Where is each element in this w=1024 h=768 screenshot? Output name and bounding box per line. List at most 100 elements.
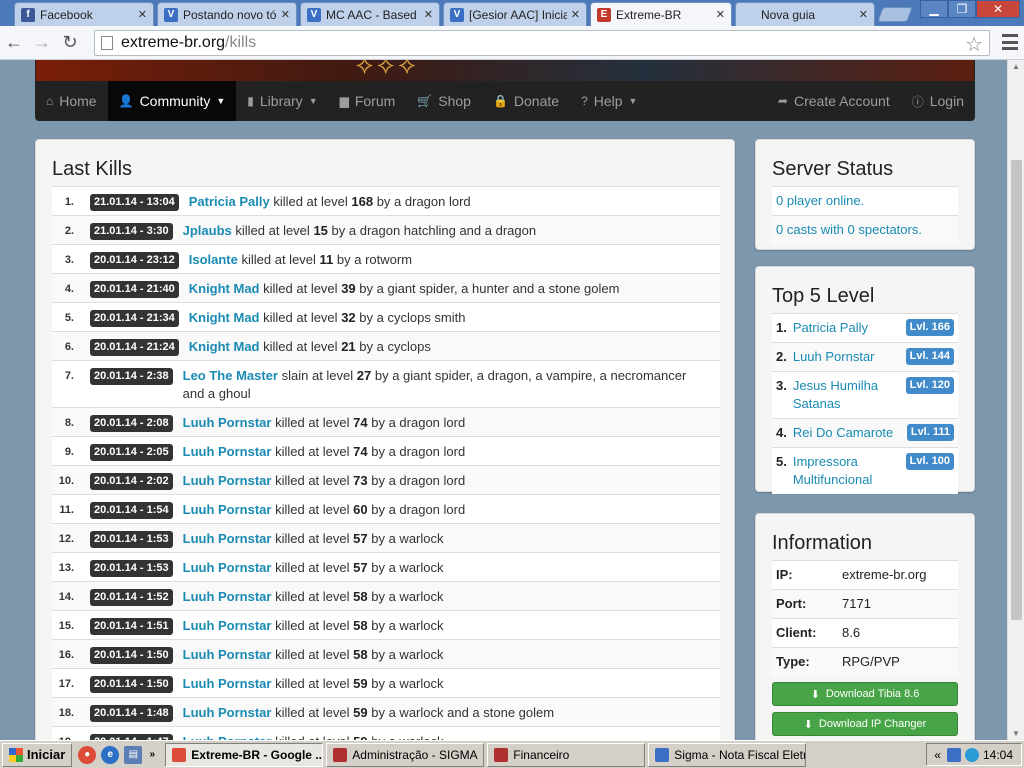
nav-item-book[interactable]: ▮ Library ▼ [236, 81, 328, 121]
taskbar-button-label: Extreme-BR - Google ... [191, 747, 324, 762]
scroll-up-icon[interactable]: ▲ [1012, 62, 1020, 71]
taskbar-button-label: Sigma - Nota Fiscal Eletr... [674, 747, 807, 762]
kill-description: Patricia Pally killed at level 168 by a … [189, 193, 720, 211]
browser-tab[interactable]: V Postando novo tóp ✕ [157, 2, 297, 26]
kill-number: 17. [58, 678, 74, 690]
player-link[interactable]: Knight Mad [189, 281, 260, 296]
nav-item-question[interactable]: ? Help ▼ [570, 81, 648, 121]
kill-level: 21 [341, 339, 356, 354]
kill-number: 16. [58, 649, 74, 661]
player-link[interactable]: Luuh Pornstar [183, 415, 272, 430]
players-online-link[interactable]: 0 player online. [772, 186, 958, 215]
page-scrollbar[interactable]: ▲ ▼ [1007, 60, 1024, 740]
kill-date-badge: 20.01.14 - 1:53 [90, 531, 173, 548]
kill-level: 58 [353, 647, 368, 662]
player-link[interactable]: Luuh Pornstar [183, 647, 272, 662]
browser-menu-icon[interactable] [1002, 34, 1018, 50]
player-link[interactable]: Jplaubs [183, 223, 232, 238]
player-link[interactable]: Luuh Pornstar [183, 444, 272, 459]
chrome-icon[interactable]: ● [78, 745, 97, 764]
tab-close-icon[interactable]: ✕ [571, 8, 580, 21]
scroll-down-icon[interactable]: ▼ [1012, 729, 1020, 738]
minimize-icon[interactable]: ▁ [920, 0, 948, 18]
player-link[interactable]: Isolante [189, 252, 238, 267]
taskbar-button[interactable]: Extreme-BR - Google ... [165, 742, 324, 767]
kill-verb: killed at level [263, 281, 338, 296]
reload-icon[interactable]: ↻ [56, 29, 84, 57]
top5-rank: 4. [776, 425, 787, 440]
ie-tray-icon[interactable] [964, 747, 979, 762]
tab-close-icon[interactable]: ✕ [138, 8, 147, 21]
nav-item-lock[interactable]: 🔒 Donate [482, 81, 570, 121]
player-link[interactable]: Patricia Pally [189, 194, 270, 209]
player-link[interactable]: Knight Mad [189, 339, 260, 354]
tab-close-icon[interactable]: ✕ [281, 8, 290, 21]
info-value: RPG/PVP [842, 654, 900, 669]
browser-tab[interactable]: V MC AAC - Based in ✕ [300, 2, 440, 26]
top5-player-link[interactable]: Impressora Multifuncional [793, 453, 902, 489]
taskbar-button[interactable]: Administração - SIGMA [326, 742, 485, 767]
nav-item-user[interactable]: 👤 Community ▼ [107, 81, 237, 121]
info-key: Port: [776, 596, 807, 611]
player-link[interactable]: Luuh Pornstar [183, 473, 272, 488]
start-button[interactable]: Iniciar [2, 742, 73, 767]
tab-close-icon[interactable]: ✕ [424, 8, 433, 21]
back-icon[interactable]: ← [0, 29, 28, 57]
page-viewport: ⟡⟡⟡ ⌂ Home 👤 Community ▼ ▮ Library ▼ ▆ Forum 🛒 Shop… [0, 60, 1024, 740]
top5-player-link[interactable]: Luuh Pornstar [793, 348, 902, 366]
maximize-icon[interactable]: ❐ [948, 0, 976, 18]
network-icon[interactable] [946, 747, 961, 762]
nav-item-share[interactable]: ➦ Create Account [767, 81, 901, 121]
kill-number: 19. [52, 733, 90, 740]
player-link[interactable]: Leo The Master [183, 368, 278, 383]
download-ip-changer-button[interactable]: ⬇ Download IP Changer [772, 712, 958, 736]
player-link[interactable]: Luuh Pornstar [183, 705, 272, 720]
bookmark-star-icon[interactable]: ☆ [965, 32, 983, 57]
browser-tab[interactable]: V [Gesior AAC] Inicia ✕ [443, 2, 587, 26]
kill-number: 10. [58, 475, 74, 487]
forward-icon[interactable]: → [28, 29, 56, 57]
tab-close-icon[interactable]: ✕ [859, 8, 868, 21]
kill-verb: killed at level [275, 589, 350, 604]
top5-row: 3. Jesus Humilha Satanas Lvl. 120 [772, 371, 958, 418]
browser-tab[interactable]: f Facebook ✕ [14, 2, 154, 26]
new-tab-button[interactable] [877, 7, 913, 22]
taskbar-button[interactable]: Financeiro [487, 742, 646, 767]
nav-item-info[interactable]: ⓘ Login [901, 81, 975, 121]
browser-tab[interactable]: E Extreme-BR ✕ [590, 2, 732, 26]
tab-close-icon[interactable]: ✕ [716, 8, 725, 21]
casts-link[interactable]: 0 casts with 0 spectators. [772, 215, 958, 244]
player-link[interactable]: Luuh Pornstar [183, 560, 272, 575]
kill-verb: killed at level [241, 252, 316, 267]
player-link[interactable]: Luuh Pornstar [183, 589, 272, 604]
player-link[interactable]: Luuh Pornstar [183, 531, 272, 546]
kill-killers: by a dragon lord [371, 444, 466, 459]
ie-icon[interactable]: e [101, 745, 120, 764]
top5-player-link[interactable]: Rei Do Camarote [793, 424, 903, 442]
player-link[interactable]: Luuh Pornstar [183, 676, 272, 691]
tray-expand-icon[interactable]: « [934, 748, 941, 762]
explorer-icon[interactable]: ▤ [124, 745, 143, 764]
nav-item-comment[interactable]: ▆ Forum [329, 81, 407, 121]
kill-number: 3. [64, 254, 74, 266]
kill-verb: killed at level [275, 647, 350, 662]
kill-date-badge: 20.01.14 - 1:52 [90, 589, 173, 606]
address-bar[interactable]: extreme-br.org/kills ☆ [94, 30, 990, 56]
close-window-icon[interactable]: ✕ [976, 0, 1020, 18]
kill-verb: killed at level [263, 339, 338, 354]
top5-level-badge: Lvl. 120 [905, 377, 954, 394]
nav-item-home[interactable]: ⌂ Home [35, 81, 108, 121]
browser-tab[interactable]: Nova guia ✕ [735, 2, 875, 26]
player-link[interactable]: Knight Mad [189, 310, 260, 325]
top5-player-link[interactable]: Patricia Pally [793, 319, 902, 337]
more-chevron-icon[interactable]: » [147, 746, 157, 764]
kill-verb: slain at level [281, 368, 354, 383]
scrollbar-thumb[interactable] [1011, 160, 1022, 620]
nav-item-cart[interactable]: 🛒 Shop [406, 81, 482, 121]
taskbar-button[interactable]: Sigma - Nota Fiscal Eletr... [648, 742, 807, 767]
kill-level: 27 [356, 368, 372, 383]
top5-player-link[interactable]: Jesus Humilha Satanas [793, 377, 902, 413]
player-link[interactable]: Luuh Pornstar [183, 502, 272, 517]
download-tibia-button[interactable]: ⬇ Download Tibia 8.6 [772, 682, 958, 706]
player-link[interactable]: Luuh Pornstar [183, 618, 272, 633]
